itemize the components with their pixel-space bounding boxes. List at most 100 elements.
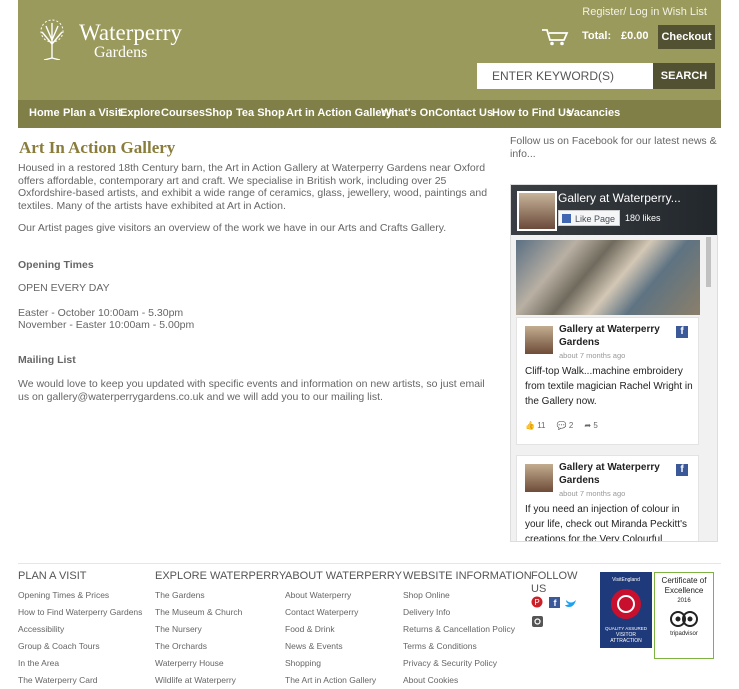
main-navigation: Home Plan a Visit Explore Courses Shop T… <box>18 100 721 128</box>
facebook-icon[interactable]: f <box>549 597 560 608</box>
footer-link[interactable]: Group & Coach Tours <box>18 638 142 655</box>
svg-text:QUALITY ASSURED: QUALITY ASSURED <box>605 626 648 631</box>
footer-link[interactable]: Shop Online <box>403 587 532 604</box>
like-page-label: Like Page <box>575 214 616 224</box>
post-actions: 👍 11 💬 2 ➦ 5 <box>525 421 598 430</box>
nav-explore[interactable]: Explore <box>120 107 160 119</box>
footer-link[interactable]: Shopping <box>285 655 402 672</box>
logo-title: Waterperry <box>79 20 182 45</box>
facebook-page-name[interactable]: Gallery at Waterperry... <box>558 191 681 205</box>
tripadvisor-badge[interactable]: Certificate of Excellence 2016 tripadvis… <box>654 572 714 659</box>
footer-heading: US <box>531 583 547 595</box>
svg-text:P: P <box>534 598 539 607</box>
footer-heading: FOLLOW <box>531 570 578 582</box>
footer-link[interactable]: The Orchards <box>155 638 286 655</box>
nav-home[interactable]: Home <box>29 107 60 119</box>
site-logo[interactable]: Waterperry Gardens <box>32 18 202 64</box>
facebook-icon[interactable]: f <box>676 464 688 476</box>
shopping-cart-icon[interactable] <box>541 28 569 46</box>
footer-link[interactable]: Opening Times & Prices <box>18 587 142 604</box>
nav-contact-us[interactable]: Contact Us <box>435 107 493 119</box>
facebook-page-avatar[interactable] <box>517 191 557 231</box>
footer-link[interactable]: In the Area <box>18 655 142 672</box>
footer-link[interactable]: Wildlife at Waterperry <box>155 672 286 689</box>
nav-tea-shop[interactable]: Tea Shop <box>236 107 285 119</box>
twitter-icon[interactable] <box>565 600 576 607</box>
footer-link[interactable]: Privacy & Security Policy <box>403 655 532 672</box>
nav-whats-on[interactable]: What's On <box>381 107 435 119</box>
footer-link[interactable]: How to Find Waterperry Gardens <box>18 604 142 621</box>
footer-link[interactable]: Delivery Info <box>403 604 532 621</box>
opening-times-heading: Opening Times <box>18 259 94 271</box>
footer-link[interactable]: Food & Drink <box>285 621 402 638</box>
footer-link[interactable]: Terms & Conditions <box>403 638 532 655</box>
footer-heading: EXPLORE WATERPERRY <box>155 570 287 582</box>
badge-title: Certificate of Excellence 2016 <box>655 576 713 606</box>
post-avatar[interactable] <box>525 464 553 492</box>
mailing-list-paragraph: We would love to keep you updated with s… <box>18 378 485 403</box>
intro-paragraph: Housed in a restored 18th Century barn, … <box>18 162 488 212</box>
footer-link[interactable]: The Waterperry Card <box>18 672 142 689</box>
post-text: If you need an injection of colour in yo… <box>525 504 687 542</box>
footer-link[interactable]: About Waterperry <box>285 587 402 604</box>
comment-icon[interactable]: 💬 <box>557 421 567 430</box>
footer-link[interactable]: The Nursery <box>155 621 286 638</box>
post-avatar[interactable] <box>525 326 553 354</box>
nav-courses[interactable]: Courses <box>161 107 205 119</box>
search-button[interactable]: SEARCH <box>653 63 715 89</box>
nav-art-in-action-gallery[interactable]: Art in Action Gallery <box>286 107 392 119</box>
facebook-follow-text: Follow us on Facebook for our latest new… <box>510 135 717 160</box>
nav-shop[interactable]: Shop <box>205 107 233 119</box>
nav-how-to-find-us[interactable]: How to Find Us <box>492 107 572 119</box>
open-every-day-text: OPEN EVERY DAY <box>18 282 110 294</box>
page: Waterperry Gardens Register/ Log in Wish… <box>18 0 721 686</box>
like-icon[interactable]: 👍 <box>525 421 535 430</box>
footer-heading: WEBSITE INFORMATION <box>403 570 532 582</box>
post-text: Cliff-top Walk...machine embroidery from… <box>525 366 693 407</box>
footer-link[interactable]: Returns & Cancellation Policy <box>403 621 532 638</box>
footer-link[interactable]: Accessibility <box>18 621 142 638</box>
facebook-widget: Gallery at Waterperry... Like Page 180 l… <box>510 184 718 542</box>
facebook-icon <box>562 214 571 223</box>
cart-total-value: £0.00 <box>621 30 649 42</box>
badge-line2: Excellence <box>664 586 704 595</box>
pinterest-icon[interactable]: P <box>531 596 543 608</box>
nav-vacancies[interactable]: Vacancies <box>567 107 620 119</box>
footer-link[interactable]: Waterperry House <box>155 655 286 672</box>
share-icon[interactable]: ➦ <box>584 421 591 430</box>
nav-plan-a-visit[interactable]: Plan a Visit <box>63 107 122 119</box>
svg-text:ATTRACTION: ATTRACTION <box>610 638 642 644</box>
footer-website-info: WEBSITE INFORMATION Shop Online Delivery… <box>403 570 532 689</box>
facebook-post: Gallery at Waterperry Gardens f about 7 … <box>516 317 699 445</box>
facebook-icon[interactable]: f <box>676 326 688 338</box>
wishlist-link[interactable]: Wish List <box>662 6 707 18</box>
tree-logo-icon <box>40 19 64 60</box>
footer-link[interactable]: About Cookies <box>403 672 532 689</box>
facebook-post: Gallery at Waterperry Gardens f about 7 … <box>516 455 699 542</box>
scrollbar-thumb[interactable] <box>706 237 711 287</box>
facebook-like-button[interactable]: Like Page <box>558 210 620 226</box>
share-count: 5 <box>593 421 598 430</box>
footer-plan-a-visit: PLAN A VISIT Opening Times & Prices How … <box>18 570 142 689</box>
footer-link[interactable]: The Museum & Church <box>155 604 286 621</box>
footer-link[interactable]: The Gardens <box>155 587 286 604</box>
facebook-scrollbar[interactable] <box>704 237 714 539</box>
visitengland-badge[interactable]: VisitEngland QUALITY ASSURED VISITOR ATT… <box>600 572 652 648</box>
footer-link[interactable]: Contact Waterperry <box>285 604 402 621</box>
footer-about: ABOUT WATERPERRY About Waterperry Contac… <box>285 570 402 689</box>
footer-divider <box>18 563 721 564</box>
checkout-button[interactable]: Checkout <box>658 25 715 49</box>
search-input[interactable]: ENTER KEYWORD(S) <box>477 63 653 89</box>
post-timestamp: about 7 months ago <box>559 489 626 498</box>
facebook-cover: Gallery at Waterperry... Like Page 180 l… <box>511 185 717 235</box>
november-hours-text: November - Easter 10:00am - 5.00pm <box>18 319 195 331</box>
facebook-post-image[interactable] <box>516 240 700 315</box>
footer-explore: EXPLORE WATERPERRY The Gardens The Museu… <box>155 570 286 689</box>
register-login-link[interactable]: Register/ Log in <box>582 6 659 18</box>
post-author[interactable]: Gallery at Waterperry Gardens <box>559 461 679 487</box>
post-author[interactable]: Gallery at Waterperry Gardens <box>559 323 679 349</box>
footer-link[interactable]: The Art in Action Gallery <box>285 672 402 689</box>
instagram-icon[interactable] <box>532 616 543 627</box>
footer-link[interactable]: News & Events <box>285 638 402 655</box>
artists-paragraph: Our Artist pages give visitors an overvi… <box>18 222 447 234</box>
